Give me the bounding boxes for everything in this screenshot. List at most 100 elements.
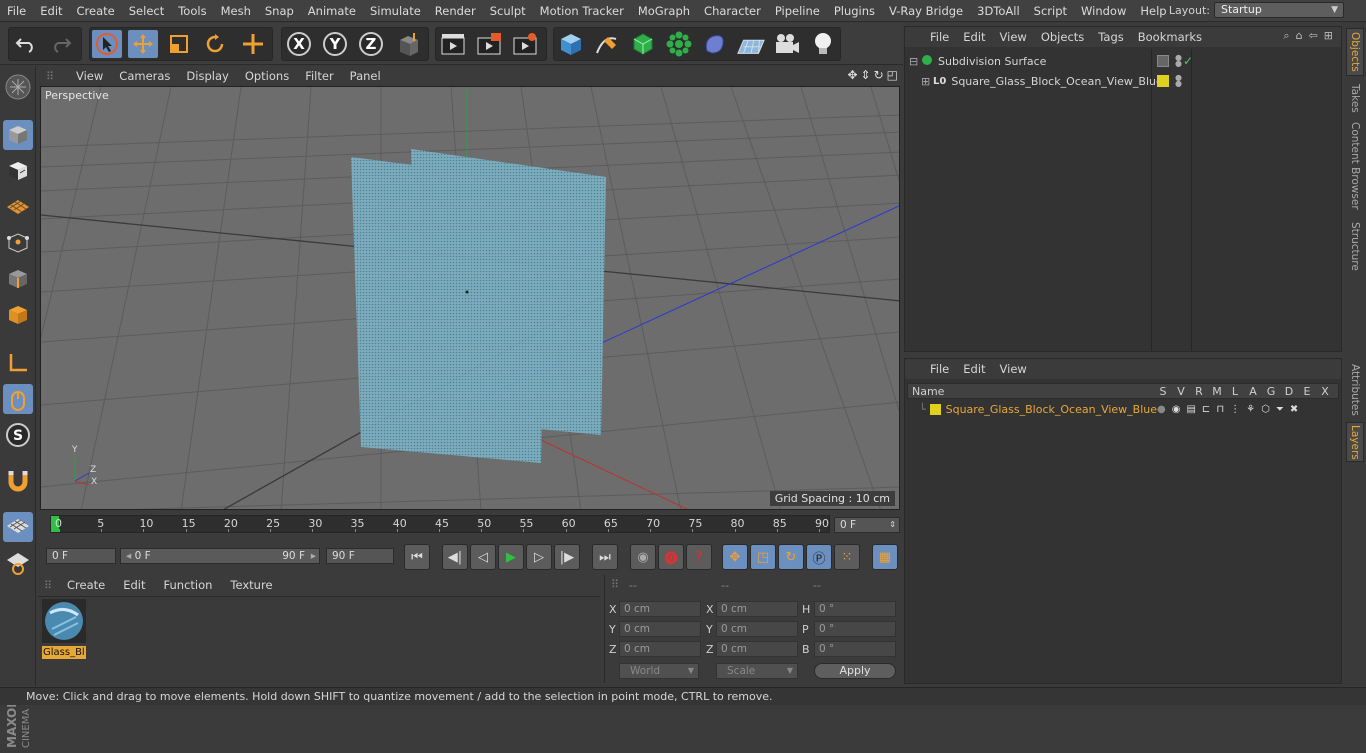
snap-magnet-icon[interactable] [3,466,33,496]
xref-icon[interactable]: ✖ [1290,404,1298,415]
autokey-icon[interactable]: ⓿ [658,544,684,570]
cloner-icon[interactable] [664,30,694,58]
expression-icon[interactable]: ⏷ [1276,404,1284,415]
menu-snap[interactable]: Snap [258,4,301,18]
menu-file[interactable]: File [0,4,33,18]
redo-icon[interactable] [46,30,76,58]
menu-tools[interactable]: Tools [171,4,213,18]
rotate-tool-icon[interactable] [200,30,230,58]
drag-handle-icon[interactable]: ⠿ [38,579,58,592]
col-locked[interactable]: L [1226,385,1244,398]
menu-script[interactable]: Script [1027,4,1074,18]
viewport-menu-options[interactable]: Options [237,69,297,83]
pos-x-field[interactable]: 0 cm [619,601,701,617]
layer-name[interactable]: Square_Glass_Block_Ocean_View_Blue [946,403,1157,416]
menu-simulate[interactable]: Simulate [363,4,428,18]
tab-takes[interactable]: Takes [1346,80,1364,116]
pen-spline-icon[interactable] [592,30,622,58]
stepper-icon[interactable]: ⇕ [889,518,896,532]
scale-tool-icon[interactable] [164,30,194,58]
dolly-view-icon[interactable]: ⇕ [861,68,871,82]
rot-b-field[interactable]: 0 ° [814,641,896,657]
menu-render[interactable]: Render [428,4,483,18]
object-row-glass-block[interactable]: ⊞ L0 Square_Glass_Block_Ocean_View_Blue … [905,71,1341,91]
previous-keyframe-icon[interactable]: ◀| [442,544,468,570]
planar-workplane-icon[interactable] [3,548,33,578]
coordinate-space-select[interactable]: World ▼ [619,663,699,679]
material-menu-create[interactable]: Create [58,578,114,592]
viewport-camera-label[interactable]: Perspective [45,89,109,102]
apply-button[interactable]: Apply [814,663,896,679]
render-settings-icon[interactable] [510,30,540,58]
visibility-dots-icon[interactable]: ● ● [1175,54,1182,68]
solo-icon[interactable]: S [3,420,33,450]
back-arrow-icon[interactable]: ⇦ [1309,29,1318,43]
floor-environment-icon[interactable] [736,30,766,58]
select-tool-icon[interactable] [92,30,122,58]
col-manager[interactable]: M [1208,385,1226,398]
perspective-viewport[interactable]: Perspective Y Z X Grid Spacing : 10 cm [40,86,900,510]
eye-icon[interactable]: ◉ [1172,404,1181,415]
size-z-field[interactable]: 0 cm [716,641,798,657]
key-scale-icon[interactable]: ◳ [750,544,776,570]
material-menu-edit[interactable]: Edit [114,578,154,592]
tweak-mode-icon[interactable] [3,384,33,414]
next-keyframe-icon[interactable]: |▶ [554,544,580,570]
objects-menu-tags[interactable]: Tags [1091,30,1130,44]
render-view-icon[interactable] [438,30,468,58]
viewport-menu-display[interactable]: Display [178,69,236,83]
light-bulb-icon[interactable] [808,30,838,58]
menu-create[interactable]: Create [70,4,122,18]
render-to-picture-viewer-icon[interactable] [474,30,504,58]
key-position-icon[interactable]: ✥ [722,544,748,570]
frame-range-slider[interactable]: ◂ 0 F 90 F ▸ [120,548,320,564]
tab-content-browser[interactable]: Content Browser [1346,120,1364,212]
frame-ruler[interactable]: 0 5 10 15 20 25 30 35 40 45 50 55 60 65 70 75 80 85 90 [50,515,830,533]
menu-sculpt[interactable]: Sculpt [483,4,533,18]
menu-help[interactable]: Help [1133,4,1173,18]
camera-icon[interactable] [772,30,802,58]
layers-menu-view[interactable]: View [993,362,1034,376]
layer-color-icon[interactable] [1157,55,1169,67]
model-mode-icon[interactable] [3,120,33,150]
menu-mograph[interactable]: MoGraph [631,4,697,18]
tab-structure[interactable]: Structure [1346,218,1364,274]
record-icon[interactable]: ◉ [630,544,656,570]
col-view[interactable]: V [1172,385,1190,398]
home-icon[interactable]: ⌂ [1296,29,1303,43]
manager-hierarchy-icon[interactable]: ⊏ [1202,404,1210,415]
drag-handle-icon[interactable]: ⠿ [611,578,619,591]
menu-select[interactable]: Select [122,4,171,18]
objects-menu-objects[interactable]: Objects [1034,30,1091,44]
lock-icon[interactable]: ⊓ [1216,404,1224,415]
workplane-lock-icon[interactable] [3,512,33,542]
layer-row[interactable]: └ Square_Glass_Block_Ocean_View_Blue ● ◉… [907,399,1339,419]
coordinate-system-icon[interactable] [394,30,424,58]
material-menu-texture[interactable]: Texture [221,578,281,592]
cube-icon[interactable] [556,30,586,58]
go-to-end-icon[interactable]: ⏭ [592,544,618,570]
next-frame-icon[interactable]: ▷ [526,544,552,570]
rot-h-field[interactable]: 0 ° [814,601,896,617]
go-to-start-icon[interactable]: ⏮ [404,544,430,570]
expand-toggle-icon[interactable]: ⊞ [921,75,931,88]
axis-mode-icon[interactable] [3,348,33,378]
col-expressions[interactable]: E [1298,385,1316,398]
objects-menu-file[interactable]: File [923,30,956,44]
deformer-icon[interactable] [700,30,730,58]
texture-mode-icon[interactable] [3,156,33,186]
size-y-field[interactable]: 0 cm [716,621,798,637]
col-name[interactable]: Name [908,385,1154,398]
menu-motion-tracker[interactable]: Motion Tracker [533,4,631,18]
menu-animate[interactable]: Animate [301,4,363,18]
edges-mode-icon[interactable] [3,264,33,294]
menu-edit[interactable]: Edit [33,4,69,18]
viewport-menu-panel[interactable]: Panel [342,69,389,83]
collapse-toggle-icon[interactable]: ⊟ [909,55,919,68]
menu-3dtoall[interactable]: 3DToAll [970,4,1027,18]
new-window-icon[interactable]: ⊞ [1324,29,1333,43]
undo-icon[interactable] [11,30,41,58]
render-clapper-icon[interactable]: ▤ [1186,404,1195,415]
current-frame-field[interactable]: 0 F ⇕ [834,517,900,533]
tab-layers[interactable]: Layers [1346,422,1364,462]
